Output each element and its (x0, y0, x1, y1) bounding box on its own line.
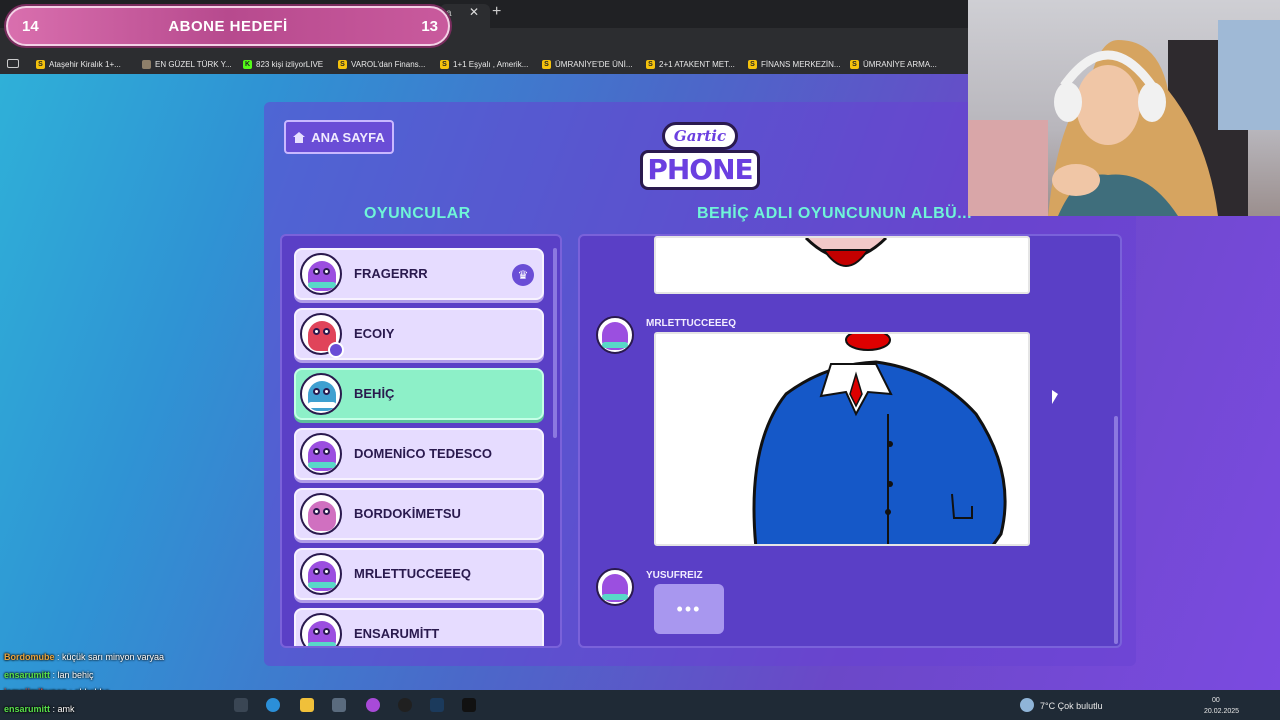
player-avatar (300, 613, 342, 646)
crown-icon: ♛ (512, 264, 534, 286)
album-panel: MRLETTUCCEEEQ YUSUFREIZ ••• (578, 234, 1122, 648)
streamer-image (968, 20, 1280, 216)
bookmark-label: 2+1 ATAKENT MET... (659, 59, 735, 69)
bookmark-icon: S (748, 59, 757, 69)
bookmark-icon: S (542, 59, 551, 69)
close-tab-icon[interactable]: ✕ (469, 5, 479, 19)
logo-bottom-text: PHONE (640, 150, 760, 190)
kick-icon: K (243, 59, 252, 69)
bookmark-item[interactable]: S VAROL'dan Finans... (338, 58, 425, 70)
drawing-author: YUSUFREIZ (646, 570, 703, 581)
subscriber-goal-bar: ABONE HEDEFİ 14 13 (6, 6, 450, 46)
epic-icon[interactable] (462, 698, 476, 712)
bookmark-icon: S (646, 59, 655, 69)
clock-time[interactable]: 00 (1212, 697, 1220, 704)
bookmark-icon: S (338, 59, 347, 69)
home-icon (293, 131, 306, 143)
bookmark-item[interactable]: S 2+1 ATAKENT MET... (646, 58, 735, 70)
player-name: BEHİÇ (354, 386, 395, 401)
drawing-suit (752, 334, 1007, 544)
player-avatar (300, 493, 342, 535)
bookmark-label: FİNANS MERKEZİN... (761, 59, 841, 69)
menu-icon[interactable] (7, 59, 19, 68)
bookmark-label: EN GÜZEL TÜRK Y... (155, 59, 232, 69)
drawing-card (654, 236, 1030, 294)
player-name: BORDOKİMETSU (354, 506, 461, 521)
player-card[interactable]: ECOIY (294, 308, 544, 360)
player-avatar (300, 553, 342, 595)
author-avatar (596, 316, 634, 354)
app-icon[interactable] (332, 698, 346, 712)
edge-icon[interactable] (266, 698, 280, 712)
chat-message: ensarumitt : lan behiç (4, 670, 94, 680)
player-name: DOMENİCO TEDESCO (354, 446, 492, 461)
clock-date[interactable]: 20.02.2025 (1204, 708, 1239, 715)
player-card[interactable]: FRAGERRR ♛ (294, 248, 544, 300)
home-button[interactable]: ANA SAYFA (284, 120, 394, 154)
bookmark-label: 1+1 Eşyalı , Amerik... (453, 59, 529, 69)
bookmark-item[interactable]: S ÜMRANİYE ARMA... (850, 58, 937, 70)
goal-target: 13 (421, 18, 438, 35)
webcam-feed (968, 0, 1280, 216)
player-card[interactable]: MRLETTUCCEEEQ (294, 548, 544, 600)
gartic-phone-logo: Gartic PHONE (640, 120, 760, 192)
player-name: MRLETTUCCEEEQ (354, 566, 471, 581)
player-card[interactable]: ENSARUMİTT (294, 608, 544, 646)
logo-top-text: Gartic (662, 122, 738, 150)
bookmark-label: ÜMRANİYE'DE ÜNİ... (555, 59, 633, 69)
bookmark-label: Ataşehir Kiralık 1+... (49, 59, 121, 69)
bookmark-icon (142, 59, 151, 69)
weather-icon (1020, 698, 1034, 712)
drawing-card (654, 332, 1030, 546)
weather-text[interactable]: 7°C Çok bulutlu (1040, 701, 1103, 711)
bookmark-icon: S (440, 59, 449, 69)
new-tab-icon[interactable]: + (492, 3, 501, 21)
goal-title: ABONE HEDEFİ (168, 18, 288, 35)
bookmark-label: ÜMRANİYE ARMA... (863, 59, 937, 69)
players-title: OYUNCULAR (364, 205, 471, 222)
player-name: ENSARUMİTT (354, 626, 440, 641)
app-icon[interactable] (366, 698, 380, 712)
obs-icon[interactable] (398, 698, 412, 712)
player-avatar (300, 433, 342, 475)
bookmark-icon: S (36, 59, 45, 69)
drawing-author: MRLETTUCCEEEQ (646, 318, 736, 329)
album-scrollbar[interactable] (1114, 416, 1118, 644)
bookmark-icon: S (850, 59, 859, 69)
player-card[interactable]: BORDOKİMETSU (294, 488, 544, 540)
bookmark-item[interactable]: EN GÜZEL TÜRK Y... (142, 58, 232, 70)
album-title: BEHİÇ ADLI OYUNCUNUN ALBÜ... (697, 205, 973, 222)
task-view-icon[interactable] (234, 698, 248, 712)
player-avatar (300, 373, 342, 415)
author-avatar (596, 568, 634, 606)
drawing-face-bottom (804, 238, 888, 267)
mouse-cursor-icon (1052, 390, 1058, 404)
bookmark-label: 823 kişi izliyorLIVE (256, 59, 324, 69)
player-card-active[interactable]: BEHİÇ (294, 368, 544, 420)
players-scrollbar[interactable] (553, 248, 557, 438)
bookmark-label: VAROL'dan Finans... (351, 59, 426, 69)
bookmark-item[interactable]: S FİNANS MERKEZİN... (748, 58, 841, 70)
typing-indicator: ••• (654, 584, 724, 634)
bookmark-item[interactable]: S ÜMRANİYE'DE ÜNİ... (542, 58, 633, 70)
bookmark-item[interactable]: S 1+1 Eşyalı , Amerik... (440, 58, 528, 70)
steam-icon[interactable] (430, 698, 444, 712)
user-badge-icon (328, 342, 344, 358)
chat-message: ensarumitt : amk (4, 704, 75, 714)
player-name: ECOIY (354, 326, 395, 341)
bookmark-item[interactable]: K 823 kişi izliyorLIVE (243, 58, 323, 70)
player-name: FRAGERRR (354, 266, 428, 281)
player-avatar (300, 253, 342, 295)
folder-icon[interactable] (300, 698, 314, 712)
goal-current: 14 (22, 18, 39, 35)
home-label: ANA SAYFA (311, 129, 385, 145)
players-list: FRAGERRR ♛ ECOIY BEHİÇ DOMENİCO TEDESCO … (280, 234, 562, 648)
player-card[interactable]: DOMENİCO TEDESCO (294, 428, 544, 480)
bookmark-item[interactable]: S Ataşehir Kiralık 1+... (36, 58, 121, 70)
chat-message: Bordomube : küçük sarı minyon varyaa (4, 652, 165, 662)
